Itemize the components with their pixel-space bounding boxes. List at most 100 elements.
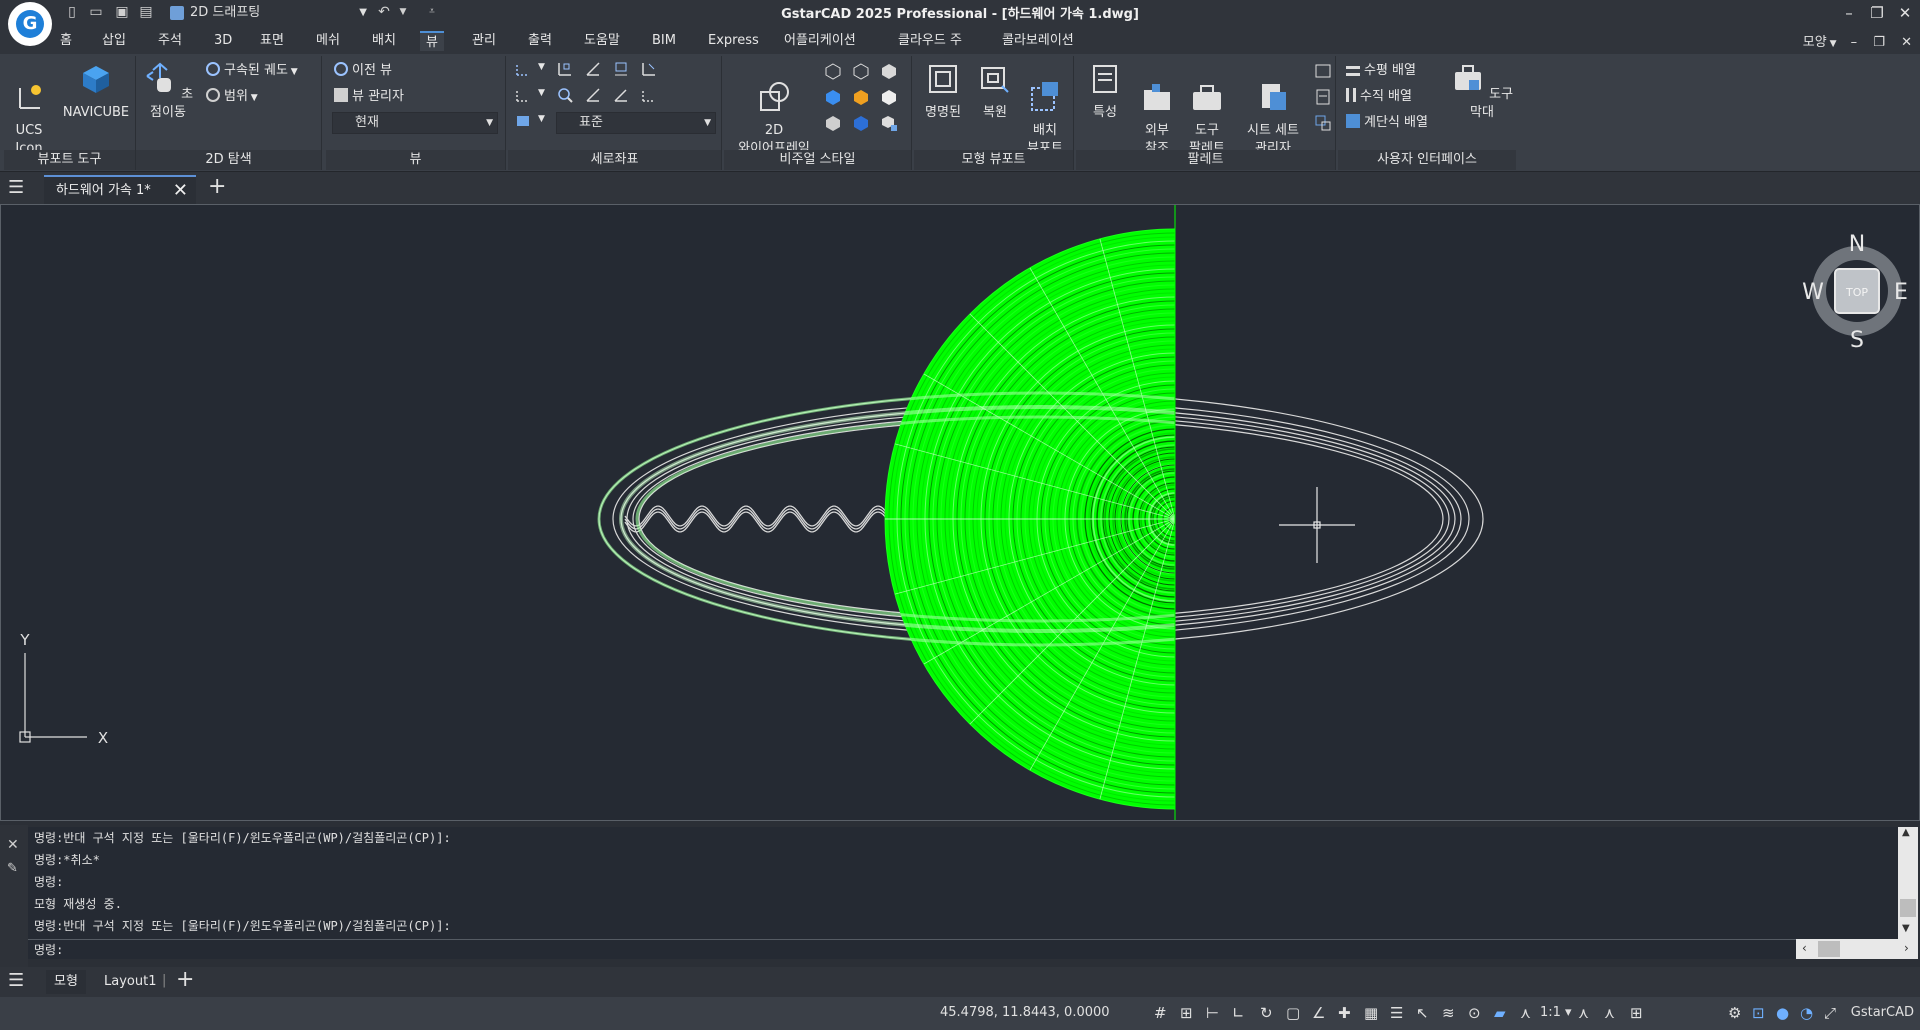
ucs-origin-icon[interactable] (556, 60, 574, 78)
clean-screen-icon[interactable]: ⤢ (1824, 1005, 1840, 1021)
ucs-icon-button[interactable]: UCS Icon (8, 60, 50, 158)
tab-collaboration[interactable]: 콜라보레이션 (996, 31, 1080, 51)
ribbon-minimize-icon[interactable]: – (1851, 35, 1858, 50)
tab-home[interactable]: 홈 (54, 31, 78, 51)
tab-cloud[interactable]: 클라우드 주 (892, 31, 968, 51)
new-tab-icon[interactable]: + (208, 174, 226, 199)
annotation-scale-icon[interactable]: ⋏ (1520, 1005, 1536, 1021)
tab-3d[interactable]: 3D (208, 31, 238, 51)
isodraft-icon[interactable]: ▢ (1286, 1005, 1302, 1021)
tab-annotate[interactable]: 주석 (152, 31, 188, 51)
coordinate-readout[interactable]: 45.4798, 11.8443, 0.0000 (940, 1005, 1110, 1020)
scroll-up-icon[interactable]: ▲ (1902, 827, 1910, 838)
hardware-acceleration-icon[interactable]: ▰ (1494, 1005, 1510, 1021)
document-tab[interactable]: 하드웨어 가속 1* ✕ (44, 175, 196, 204)
ucs-object-icon[interactable] (640, 60, 658, 78)
tab-layout1[interactable]: Layout1 (96, 970, 164, 994)
ucs-world-icon[interactable] (514, 60, 532, 78)
ucs-view-icon[interactable] (556, 86, 574, 104)
app-logo-icon[interactable]: G (8, 2, 52, 46)
tab-layout[interactable]: 배치 (366, 31, 402, 51)
object-track-icon[interactable]: ∠ (1312, 1005, 1328, 1021)
scroll-left-icon[interactable]: ‹ (1802, 941, 1807, 955)
tab-bim[interactable]: BIM (646, 31, 682, 51)
settings-gear-icon[interactable]: ⚙ (1728, 1005, 1744, 1021)
lock-icon[interactable]: ⊡ (1752, 1005, 1768, 1021)
toolbars-button[interactable]: 도구막대 (1450, 60, 1514, 122)
extents-button[interactable]: 범위 ▼ (206, 86, 258, 108)
close-tab-icon[interactable]: ✕ (173, 177, 188, 205)
tab-manage[interactable]: 관리 (466, 31, 502, 51)
tab-help[interactable]: 도움말 (578, 31, 626, 51)
cascade-button[interactable]: 계단식 배열 (1346, 112, 1428, 134)
ucs-select[interactable]: 표준 ▼ (556, 112, 716, 134)
scroll-thumb[interactable] (1818, 941, 1840, 957)
sheet-set-manager-button[interactable]: 시트 세트 관리자 (1236, 60, 1310, 158)
constrained-orbit-button[interactable]: 구속된 궤도 ▼ (206, 60, 298, 82)
restore-icon[interactable]: ❐ (1866, 2, 1888, 24)
performance-icon[interactable]: ◔ (1800, 1005, 1816, 1021)
sketchy-style-icon[interactable] (824, 114, 842, 132)
scroll-down-icon[interactable]: ▼ (1902, 923, 1910, 934)
command-input[interactable]: 명령: (28, 939, 1796, 959)
layout-viewports-button[interactable]: 배치 뷰포트 (1020, 60, 1070, 158)
ucs-y-icon[interactable] (612, 86, 630, 104)
customize-command-icon[interactable]: ✎ (7, 861, 18, 876)
ucs-face-icon[interactable] (612, 60, 630, 78)
compass-e[interactable]: E (1894, 280, 1908, 305)
pan-button[interactable]: 초점이동 (140, 60, 196, 122)
compass-s[interactable]: S (1850, 328, 1864, 353)
close-command-icon[interactable]: ✕ (7, 837, 19, 853)
grid-icon[interactable]: # (1154, 1005, 1170, 1021)
scale-value[interactable]: 1:1 ▾ (1540, 1005, 1572, 1020)
compass-n[interactable]: N (1849, 232, 1865, 257)
calculator-icon[interactable] (1314, 88, 1332, 106)
annotation-visibility-icon[interactable]: ⋏ (1578, 1005, 1594, 1021)
quick-properties-icon[interactable]: ⊞ (1630, 1005, 1646, 1021)
ribbon-close-icon[interactable]: ✕ (1901, 35, 1912, 50)
tile-horizontally-button[interactable]: 수평 배열 (1346, 60, 1416, 82)
isolate-objects-icon[interactable]: ● (1776, 1005, 1792, 1021)
scroll-thumb[interactable] (1900, 899, 1916, 917)
gray-style-icon[interactable] (880, 88, 898, 106)
chevron-down-icon[interactable]: ▼ (538, 114, 545, 124)
osnap-icon[interactable]: ✚ (1338, 1005, 1354, 1021)
tab-model[interactable]: 모형 (46, 970, 86, 994)
chevron-down-icon[interactable]: ▼ (538, 62, 545, 72)
ucs-x-icon[interactable] (514, 86, 532, 104)
previous-view-button[interactable]: 이전 뷰 (334, 60, 392, 82)
command-horizontal-scrollbar[interactable]: ‹ › (1796, 939, 1918, 959)
xray-style-icon[interactable] (852, 88, 870, 106)
shaded-edges-style-icon[interactable] (852, 114, 870, 132)
properties-button[interactable]: 특성 (1080, 60, 1130, 122)
minimize-icon[interactable]: – (1838, 2, 1860, 24)
named-viewports-button[interactable]: 명명된 (918, 60, 968, 122)
appearance-menu[interactable]: 모양 (1803, 35, 1827, 50)
realistic-style-icon[interactable] (824, 88, 842, 106)
command-vertical-scrollbar[interactable]: ▲ ▼ (1898, 827, 1918, 939)
ucs-named-icon[interactable] (514, 112, 532, 130)
hidden-style-icon[interactable] (824, 62, 842, 80)
quickcalc-icon[interactable] (1314, 62, 1332, 80)
hamburger-menu-icon[interactable]: ☰ (8, 970, 24, 991)
tile-vertically-button[interactable]: 수직 배열 (1346, 86, 1412, 108)
add-layout-icon[interactable]: + (176, 967, 194, 992)
tab-view[interactable]: 뷰 (420, 31, 444, 51)
drawing-canvas[interactable]: Y X TOP N S E W (1, 205, 1919, 820)
tool-palettes-button[interactable]: 도구 팔레트 (1182, 60, 1232, 158)
hamburger-menu-icon[interactable]: ☰ (8, 177, 24, 198)
conceptual-style-icon[interactable] (852, 62, 870, 80)
compass-w[interactable]: W (1802, 280, 1824, 305)
ortho-icon[interactable]: ∟ (1232, 1005, 1248, 1021)
ucs-z-icon[interactable] (584, 86, 602, 104)
viewcube[interactable]: TOP N S E W (1802, 232, 1908, 353)
auto-scale-icon[interactable]: ⋏ (1604, 1005, 1620, 1021)
chevron-down-icon[interactable]: ▼ (538, 88, 545, 98)
design-center-icon[interactable] (1314, 114, 1332, 132)
ribbon-restore-icon[interactable]: ❐ (1873, 35, 1885, 50)
restore-viewport-button[interactable]: 복원 (970, 60, 1020, 122)
named-view-select[interactable]: 현재 ▼ (332, 112, 498, 134)
wireframe-2d-button[interactable]: 2D 와이어프레임 (728, 60, 820, 158)
transparency-icon[interactable]: ☰ (1390, 1005, 1406, 1021)
ucs-apply-icon[interactable] (640, 86, 658, 104)
